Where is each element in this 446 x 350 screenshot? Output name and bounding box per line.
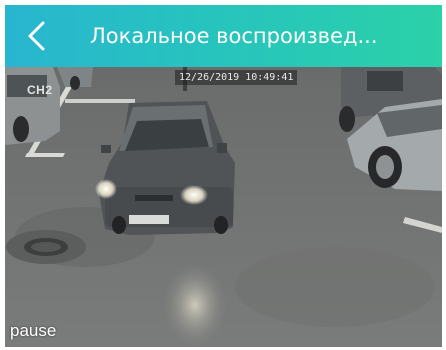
page-title: Локальное воспроизвед... xyxy=(90,24,378,48)
channel-label: CH2 xyxy=(27,83,53,97)
video-player[interactable]: 12/26/2019 10:49:41 CH2 pause xyxy=(5,67,442,347)
back-button[interactable] xyxy=(19,18,55,54)
video-frame-image xyxy=(5,67,442,347)
chevron-left-icon xyxy=(28,21,45,51)
video-timestamp: 12/26/2019 10:49:41 xyxy=(175,70,298,85)
playback-status: pause xyxy=(10,321,57,340)
app-bar: Локальное воспроизвед... xyxy=(5,5,442,67)
